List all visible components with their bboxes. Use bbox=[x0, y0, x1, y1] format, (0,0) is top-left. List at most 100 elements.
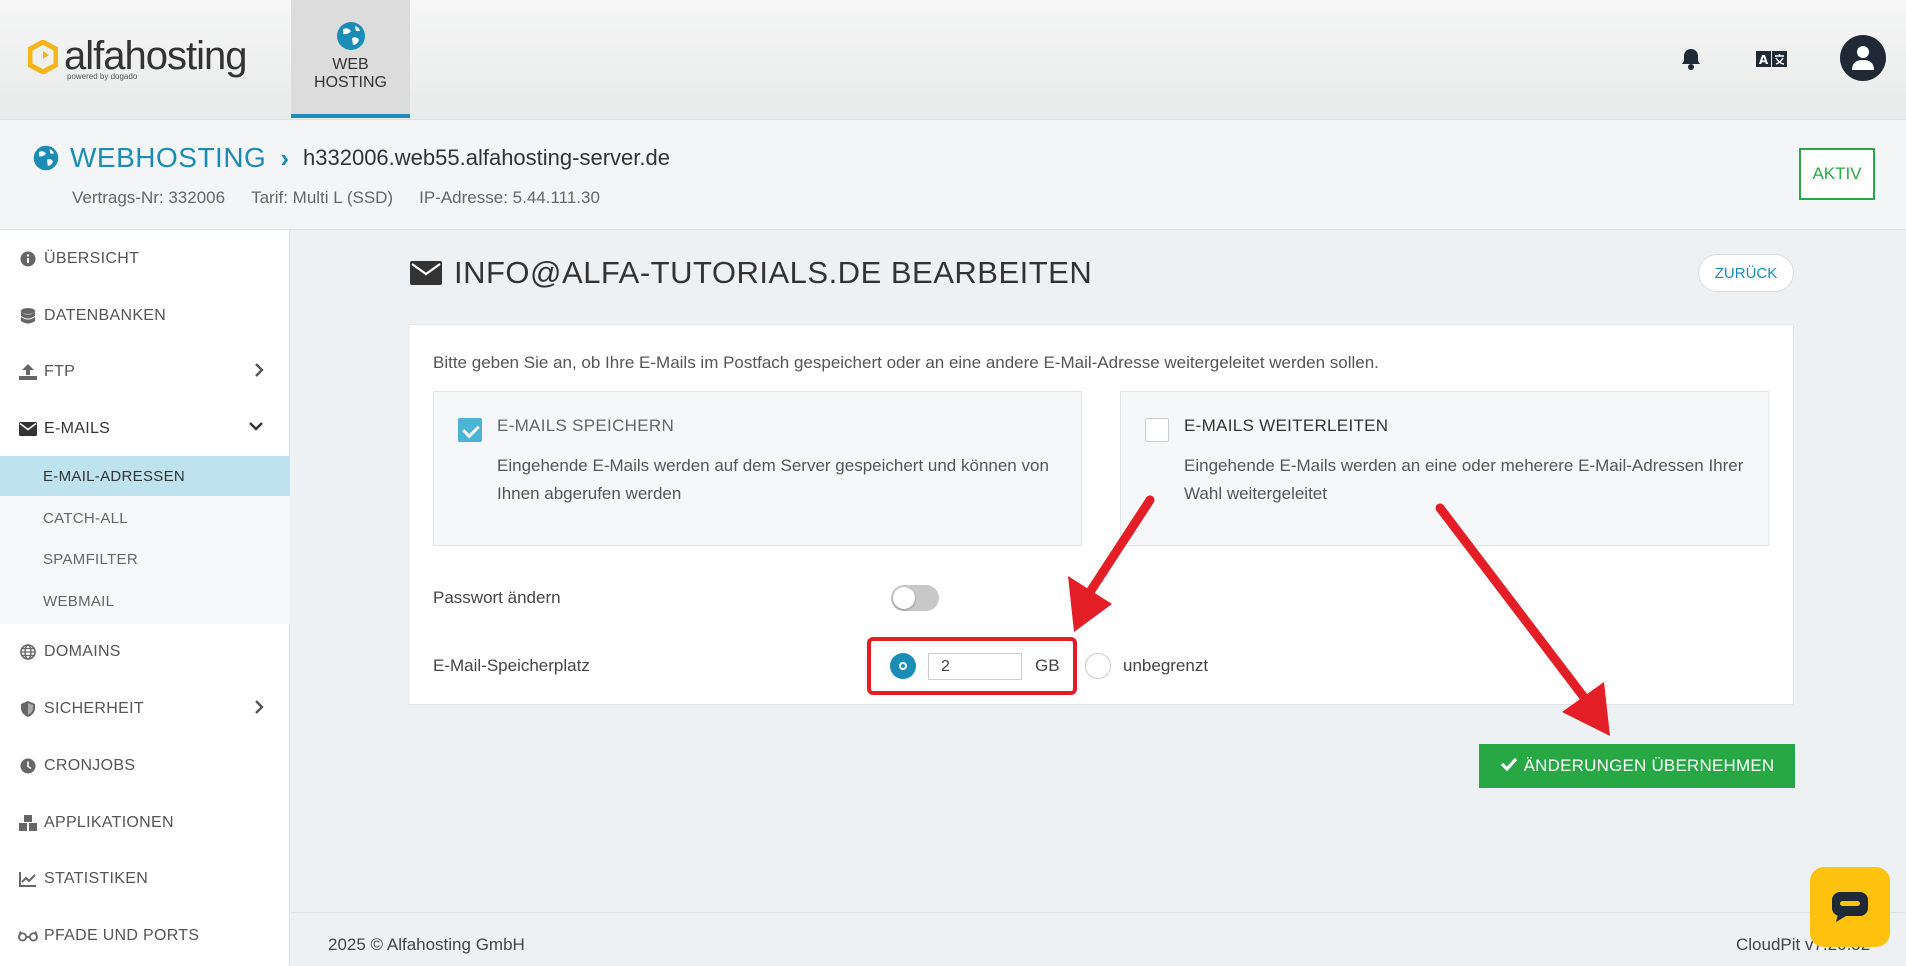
footer-copyright: 2025 © Alfahosting GmbH bbox=[328, 935, 525, 954]
database-icon bbox=[18, 308, 38, 324]
page-title: INFO@ALFA-TUTORIALS.DE BEARBEITEN bbox=[410, 255, 1092, 291]
user-icon bbox=[1852, 46, 1874, 70]
glasses-icon bbox=[18, 929, 38, 943]
sidebar-item-statistics[interactable]: STATISTIKEN bbox=[0, 859, 290, 899]
emails-submenu: E-MAIL-ADRESSEN CATCH-ALL SPAMFILTER WEB… bbox=[0, 456, 290, 624]
globe-icon bbox=[18, 644, 38, 660]
sidebar-subitem-spamfilter[interactable]: SPAMFILTER bbox=[0, 539, 290, 579]
contract-meta: Vertrags-Nr: 332006 Tarif: Multi L (SSD)… bbox=[72, 188, 600, 208]
apply-changes-button[interactable]: ÄNDERUNGEN ÜBERNEHMEN bbox=[1479, 744, 1795, 788]
envelope-icon bbox=[410, 261, 442, 285]
globe-icon bbox=[33, 145, 59, 171]
sidebar-item-label: ÜBERSICHT bbox=[44, 250, 140, 267]
sidebar-item-cronjobs[interactable]: CRONJOBS bbox=[0, 746, 290, 786]
sidebar-item-label: DATENBANKEN bbox=[44, 307, 167, 324]
sidebar-item-label: PFADE UND PORTS bbox=[44, 927, 200, 944]
tab-webhosting[interactable]: WEB HOSTING bbox=[291, 0, 410, 118]
option-description: Eingehende E-Mails werden auf dem Server… bbox=[497, 456, 1049, 503]
forward-emails-checkbox[interactable] bbox=[1145, 418, 1169, 442]
sidebar-item-label: STATISTIKEN bbox=[44, 870, 149, 887]
option-description: Eingehende E-Mails werden an eine oder m… bbox=[1184, 456, 1744, 503]
sidebar-subitem-catch-all[interactable]: CATCH-ALL bbox=[0, 498, 290, 538]
storage-limited-radio[interactable] bbox=[890, 653, 916, 679]
apply-changes-label: ÄNDERUNGEN ÜBERNEHMEN bbox=[1523, 756, 1775, 775]
language-button[interactable]: A bbox=[1756, 0, 1788, 118]
option-title: E-MAILS WEITERLEITEN bbox=[1184, 416, 1389, 435]
sidebar: ÜBERSICHT DATENBANKEN FTP E-MAILS E-MAIL… bbox=[0, 230, 290, 966]
user-avatar[interactable] bbox=[1840, 35, 1886, 81]
intro-text: Bitte geben Sie an, ob Ihre E-Mails im P… bbox=[433, 353, 1379, 372]
storage-size-input[interactable] bbox=[928, 653, 1022, 680]
sidebar-item-label: DOMAINS bbox=[44, 643, 121, 660]
sidebar-item-paths-ports[interactable]: PFADE UND PORTS bbox=[0, 916, 290, 956]
chat-button[interactable] bbox=[1810, 867, 1890, 947]
check-icon bbox=[1500, 756, 1518, 776]
storage-unlimited-label: unbegrenzt bbox=[1123, 656, 1209, 675]
svg-text:A: A bbox=[1759, 53, 1769, 67]
page-header: WEBHOSTING › h332006.web55.alfahosting-s… bbox=[0, 120, 1906, 230]
bell-icon bbox=[1682, 49, 1700, 70]
footer: 2025 © Alfahosting GmbH CloudPit v7.20.5… bbox=[290, 912, 1906, 966]
option-store-emails[interactable]: E-MAILS SPEICHERN Eingehende E-Mails wer… bbox=[433, 391, 1082, 546]
chevron-right-icon bbox=[254, 699, 264, 720]
notifications-button[interactable] bbox=[1680, 0, 1702, 118]
sidebar-item-applications[interactable]: APPLIKATIONEN bbox=[0, 803, 290, 843]
logo-mark-icon bbox=[28, 40, 58, 74]
sidebar-item-label: APPLIKATIONEN bbox=[44, 814, 174, 831]
contract-number: Vertrags-Nr: 332006 bbox=[72, 188, 226, 207]
password-label: Passwort ändern bbox=[433, 588, 561, 607]
subitem-label: WEBMAIL bbox=[43, 592, 115, 610]
sidebar-item-ftp[interactable]: FTP bbox=[0, 352, 290, 392]
option-forward-emails[interactable]: E-MAILS WEITERLEITEN Eingehende E-Mails … bbox=[1120, 391, 1769, 546]
sidebar-item-label: CRONJOBS bbox=[44, 757, 136, 774]
subitem-label: SPAMFILTER bbox=[43, 550, 138, 568]
toggle-knob bbox=[893, 587, 915, 609]
translate-icon: A bbox=[1756, 51, 1787, 67]
upload-icon bbox=[18, 364, 38, 380]
page-title-text: INFO@ALFA-TUTORIALS.DE BEARBEITEN bbox=[454, 255, 1093, 290]
storage-unit: GB bbox=[1035, 656, 1060, 675]
sidebar-item-databases[interactable]: DATENBANKEN bbox=[0, 296, 290, 336]
info-icon bbox=[18, 251, 38, 267]
option-title: E-MAILS SPEICHERN bbox=[497, 416, 675, 435]
shield-icon bbox=[18, 701, 38, 717]
subitem-label: E-MAIL-ADRESSEN bbox=[43, 467, 186, 485]
clock-icon bbox=[18, 758, 38, 774]
status-badge: AKTIV bbox=[1799, 148, 1875, 200]
sidebar-item-label: SICHERHEIT bbox=[44, 700, 144, 717]
change-password-toggle[interactable] bbox=[891, 585, 939, 611]
brand-name: alfahosting bbox=[64, 34, 247, 78]
storage-label: E-Mail-Speicherplatz bbox=[433, 656, 590, 675]
chevron-right-icon bbox=[254, 362, 264, 383]
breadcrumb-section[interactable]: WEBHOSTING bbox=[70, 142, 266, 174]
back-button[interactable]: ZURÜCK bbox=[1698, 254, 1794, 292]
sidebar-item-emails[interactable]: E-MAILS bbox=[0, 409, 290, 449]
store-emails-checkbox[interactable] bbox=[458, 418, 482, 442]
sidebar-item-overview[interactable]: ÜBERSICHT bbox=[0, 239, 290, 279]
brand-sub: powered by dogado bbox=[67, 72, 138, 81]
sidebar-item-label: E-MAILS bbox=[44, 420, 111, 437]
tab-label-2: HOSTING bbox=[314, 74, 387, 91]
tariff: Tarif: Multi L (SSD) bbox=[251, 188, 394, 207]
chart-icon bbox=[18, 871, 38, 887]
brand-logo[interactable]: alfahosting powered by dogado bbox=[28, 34, 247, 86]
subitem-label: CATCH-ALL bbox=[43, 509, 128, 527]
envelope-icon bbox=[18, 422, 38, 436]
cubes-icon bbox=[18, 815, 38, 831]
breadcrumb-host: h332006.web55.alfahosting-server.de bbox=[303, 145, 670, 170]
sidebar-item-security[interactable]: SICHERHEIT bbox=[0, 689, 290, 729]
chat-icon bbox=[1832, 892, 1868, 922]
chevron-right-icon: › bbox=[280, 142, 290, 173]
globe-icon bbox=[336, 22, 365, 50]
edit-mailbox-card: Bitte geben Sie an, ob Ihre E-Mails im P… bbox=[408, 324, 1794, 705]
sidebar-item-label: FTP bbox=[44, 363, 76, 380]
breadcrumb: WEBHOSTING › h332006.web55.alfahosting-s… bbox=[32, 142, 670, 174]
chevron-down-icon bbox=[248, 419, 264, 437]
tab-label-1: WEB bbox=[332, 56, 369, 73]
sidebar-subitem-email-addresses[interactable]: E-MAIL-ADRESSEN bbox=[0, 456, 290, 496]
ip-address: IP-Adresse: 5.44.111.30 bbox=[419, 188, 600, 207]
sidebar-subitem-webmail[interactable]: WEBMAIL bbox=[0, 581, 290, 621]
storage-unlimited-radio[interactable] bbox=[1085, 653, 1111, 679]
sidebar-item-domains[interactable]: DOMAINS bbox=[0, 632, 290, 672]
top-bar: alfahosting powered by dogado WEB HOSTIN… bbox=[0, 0, 1906, 120]
